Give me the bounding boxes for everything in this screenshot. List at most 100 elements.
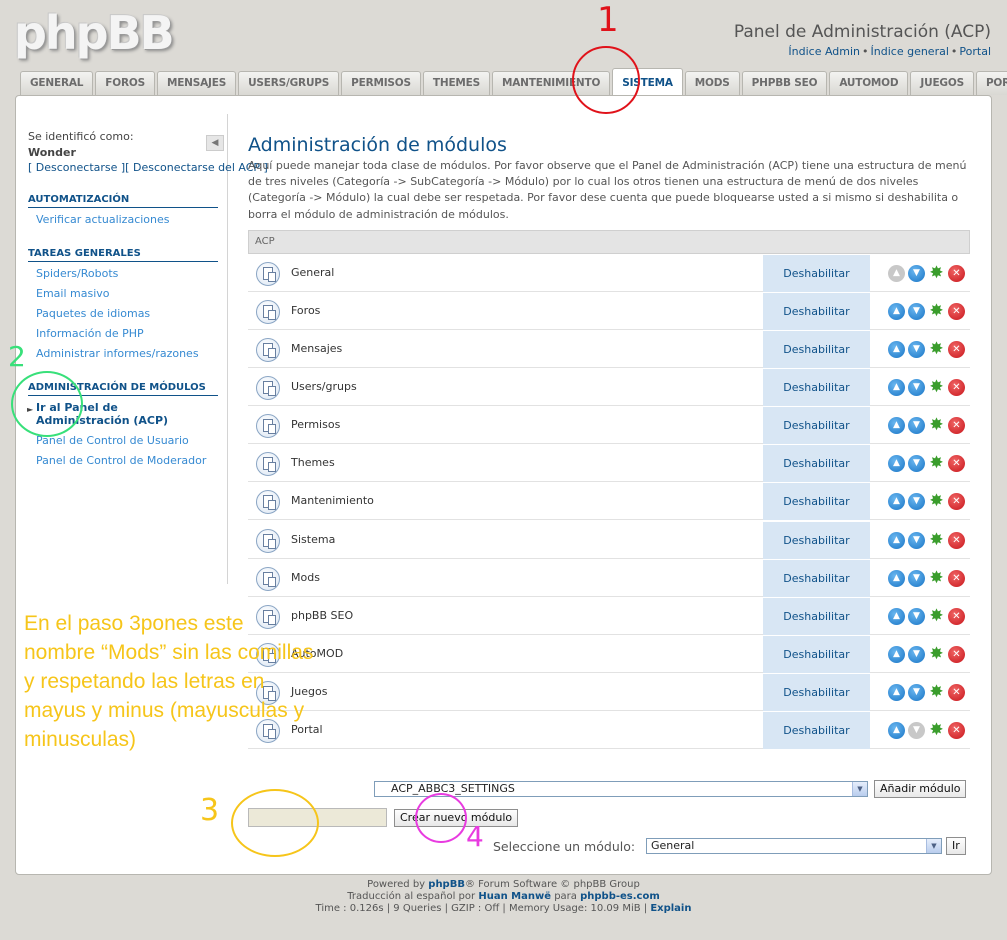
sidebar-item-spiders-robots[interactable]: Spiders/Robots (36, 267, 118, 280)
link-admin-index[interactable]: Índice Admin (788, 45, 860, 58)
move-up-icon[interactable]: ▲ (888, 570, 905, 587)
gear-icon[interactable]: ✸ (928, 379, 945, 396)
module-name[interactable]: Permisos (291, 418, 340, 431)
disable-button[interactable]: Deshabilitar (763, 522, 870, 559)
move-up-icon[interactable]: ▲ (888, 379, 905, 396)
disable-button[interactable]: Deshabilitar (763, 407, 870, 444)
tab-users-grups[interactable]: USERS/GRUPS (238, 71, 340, 95)
link-general-index[interactable]: Índice general (871, 45, 949, 58)
tab-mods[interactable]: MODS (684, 71, 740, 95)
gear-icon[interactable]: ✸ (928, 493, 945, 510)
collapse-sidebar-icon[interactable]: ◀ (206, 135, 224, 151)
delete-icon[interactable]: ✕ (948, 341, 965, 358)
move-up-icon[interactable]: ▲ (888, 417, 905, 434)
disable-button[interactable]: Deshabilitar (763, 483, 870, 520)
move-up-icon[interactable]: ▲ (888, 303, 905, 320)
move-down-icon[interactable]: ▼ (908, 303, 925, 320)
tab-foros[interactable]: FOROS (95, 71, 155, 95)
move-down-icon[interactable]: ▼ (908, 379, 925, 396)
move-down-icon[interactable]: ▼ (908, 265, 925, 282)
gear-icon[interactable]: ✸ (928, 417, 945, 434)
disable-button[interactable]: Deshabilitar (763, 674, 870, 711)
gear-icon[interactable]: ✸ (928, 532, 945, 549)
sidebar-item-verificar-actualizaciones[interactable]: Verificar actualizaciones (36, 213, 170, 226)
module-name[interactable]: General (291, 266, 334, 279)
move-up-icon[interactable]: ▲ (888, 608, 905, 625)
move-down-icon[interactable]: ▼ (908, 608, 925, 625)
delete-icon[interactable]: ✕ (948, 570, 965, 587)
delete-icon[interactable]: ✕ (948, 265, 965, 282)
delete-icon[interactable]: ✕ (948, 379, 965, 396)
footer-explain-link[interactable]: Explain (650, 903, 691, 914)
gear-icon[interactable]: ✸ (928, 570, 945, 587)
footer-phpbb-link[interactable]: phpBB (428, 879, 465, 890)
delete-icon[interactable]: ✕ (948, 684, 965, 701)
delete-icon[interactable]: ✕ (948, 532, 965, 549)
gear-icon[interactable]: ✸ (928, 341, 945, 358)
delete-icon[interactable]: ✕ (948, 417, 965, 434)
sidebar-item-informacion-php[interactable]: Información de PHP (36, 327, 144, 340)
gear-icon[interactable]: ✸ (928, 722, 945, 739)
delete-icon[interactable]: ✕ (948, 608, 965, 625)
delete-icon[interactable]: ✕ (948, 455, 965, 472)
disable-button[interactable]: Deshabilitar (763, 560, 870, 597)
move-down-icon[interactable]: ▼ (908, 684, 925, 701)
module-name[interactable]: Themes (291, 456, 335, 469)
add-module-button[interactable]: Añadir módulo (874, 780, 967, 798)
tab-automod[interactable]: AUTOMOD (829, 71, 909, 95)
tab-themes[interactable]: THEMES (422, 71, 490, 95)
footer-translator-link[interactable]: Huan Manwë (478, 891, 551, 902)
sidebar-item-ucp[interactable]: Panel de Control de Usuario (36, 434, 189, 447)
move-up-icon[interactable]: ▲ (888, 455, 905, 472)
move-up-icon[interactable]: ▲ (888, 646, 905, 663)
tab-permisos[interactable]: PERMISOS (341, 71, 421, 95)
delete-icon[interactable]: ✕ (948, 722, 965, 739)
go-button[interactable]: Ir (946, 837, 966, 855)
module-name[interactable]: Users/grups (291, 380, 357, 393)
sidebar-item-administrar-informes[interactable]: Administrar informes/razones (36, 347, 199, 360)
module-name[interactable]: Mods (291, 571, 320, 584)
gear-icon[interactable]: ✸ (928, 303, 945, 320)
tab-general[interactable]: GENERAL (20, 71, 94, 95)
delete-icon[interactable]: ✕ (948, 303, 965, 320)
gear-icon[interactable]: ✸ (928, 646, 945, 663)
disable-button[interactable]: Deshabilitar (763, 445, 870, 482)
gear-icon[interactable]: ✸ (928, 684, 945, 701)
link-portal[interactable]: Portal (959, 45, 991, 58)
sidebar-item-email-masivo[interactable]: Email masivo (36, 287, 110, 300)
move-down-icon[interactable]: ▼ (908, 493, 925, 510)
sidebar-item-mcp[interactable]: Panel de Control de Moderador (36, 454, 206, 467)
module-name[interactable]: Sistema (291, 533, 335, 546)
move-up-icon[interactable]: ▲ (888, 341, 905, 358)
move-down-icon[interactable]: ▼ (908, 570, 925, 587)
move-down-icon[interactable]: ▼ (908, 417, 925, 434)
delete-icon[interactable]: ✕ (948, 493, 965, 510)
disable-button[interactable]: Deshabilitar (763, 255, 870, 292)
move-up-icon[interactable]: ▲ (888, 532, 905, 549)
gear-icon[interactable]: ✸ (928, 608, 945, 625)
logout-links[interactable]: [ Desconectarse ][ Desconectarse del ACP… (28, 161, 268, 174)
gear-icon[interactable]: ✸ (928, 265, 945, 282)
disable-button[interactable]: Deshabilitar (763, 636, 870, 673)
footer-phpbb-es-link[interactable]: phpbb-es.com (580, 891, 660, 902)
tab-portal[interactable]: PORTAL (975, 71, 1007, 95)
move-down-icon[interactable]: ▼ (908, 455, 925, 472)
move-down-icon[interactable]: ▼ (908, 646, 925, 663)
move-down-icon[interactable]: ▼ (908, 341, 925, 358)
disable-button[interactable]: Deshabilitar (763, 598, 870, 635)
disable-button[interactable]: Deshabilitar (763, 369, 870, 406)
module-name[interactable]: Foros (291, 304, 320, 317)
delete-icon[interactable]: ✕ (948, 646, 965, 663)
move-down-icon[interactable]: ▼ (908, 532, 925, 549)
move-up-icon[interactable]: ▲ (888, 722, 905, 739)
disable-button[interactable]: Deshabilitar (763, 712, 870, 749)
disable-button[interactable]: Deshabilitar (763, 293, 870, 330)
tab-juegos[interactable]: JUEGOS (910, 71, 974, 95)
disable-button[interactable]: Deshabilitar (763, 331, 870, 368)
select-module-dropdown[interactable]: General ▼ (646, 838, 942, 854)
sidebar-item-paquetes-idiomas[interactable]: Paquetes de idiomas (36, 307, 150, 320)
tab-phpbb-seo[interactable]: PHPBB SEO (741, 71, 828, 95)
tab-mensajes[interactable]: MENSAJES (156, 71, 237, 95)
gear-icon[interactable]: ✸ (928, 455, 945, 472)
module-name[interactable]: Mantenimiento (291, 494, 374, 507)
